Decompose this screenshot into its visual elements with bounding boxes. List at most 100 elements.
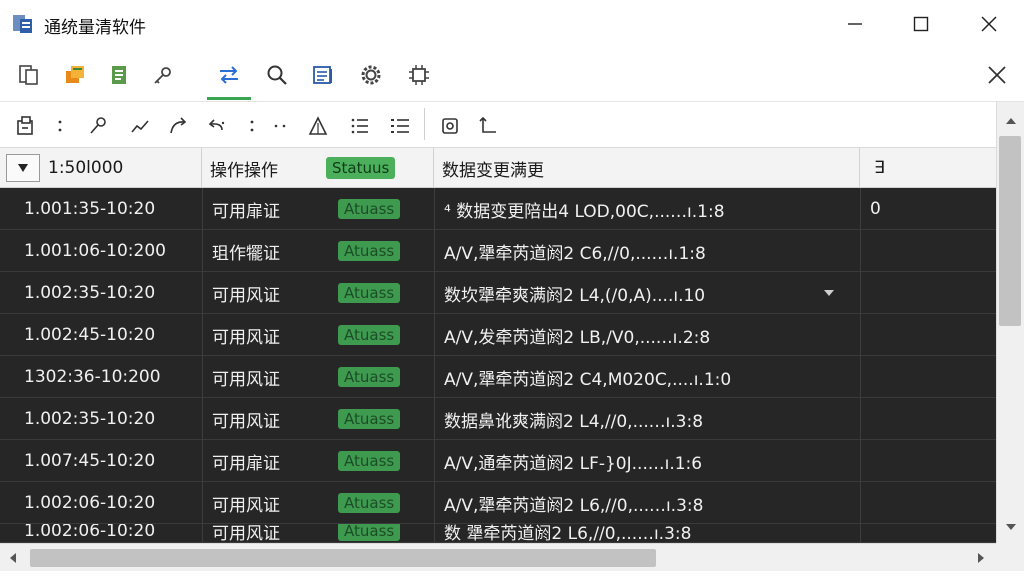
row-extra [870,230,990,272]
scroll-right-button[interactable] [970,547,992,569]
header-extra-label: ∃ [874,158,885,178]
header-extra[interactable]: ∃ [860,148,996,188]
import-button[interactable] [12,112,40,140]
more-horizontal-button[interactable] [266,112,294,140]
row-time: 1.001:35-10:20 [24,199,156,219]
scroll-left-button[interactable] [2,547,24,569]
scroll-down-button[interactable] [997,516,1024,538]
row-time: 1.001:06-10:200 [24,241,166,261]
header-dropdown-button[interactable] [6,154,40,182]
row-operation: 可用风证 [212,524,280,543]
row-operation: 可用风证 [212,369,280,390]
curve-icon [131,120,149,133]
redo-icon [170,117,187,134]
maximize-icon [913,16,929,32]
more-vertical-button[interactable] [46,112,74,140]
minimize-icon [848,23,862,25]
table-header: 1:50l000 操作操作 Statuus 数据变更满更 ∃ [0,148,996,188]
row-operation: 可用风证 [212,327,280,348]
bullet-list-icon [391,119,409,133]
more-vertical-icon [250,120,254,132]
caret-up-icon [1006,118,1016,124]
curve-button[interactable] [126,112,154,140]
row-time: 1.002:35-10:20 [24,409,156,429]
row-status-badge: Atuass [338,451,401,471]
row-time: 1.007:45-10:20 [24,451,156,471]
undo-icon [208,119,225,131]
vertical-scroll-thumb[interactable] [999,136,1021,326]
window-close-button[interactable] [956,0,1022,48]
search-button[interactable] [260,58,294,92]
row-description: A/V,犟牵芮道阏2 C4,M020C,....ı.1:0 [444,369,732,390]
horizontal-scroll-thumb[interactable] [30,549,656,567]
triangle-button[interactable] [304,112,332,140]
transfer-button[interactable] [212,58,246,92]
active-tab-indicator [207,97,251,100]
row-description: A/V,发牵芮道阏2 LB,/V0,....‥ı.2:8 [444,327,711,348]
row-extra [870,482,990,524]
secondary-toolbar [0,102,996,148]
panel-close-button[interactable] [980,58,1014,92]
row-description: A/V,通牵芮道阏2 LF-}0J....‥ı.1:6 [444,453,703,474]
more-vertical-button-2[interactable] [238,112,266,140]
document-button[interactable] [102,58,136,92]
undo-button[interactable] [202,112,230,140]
minimize-button[interactable] [822,0,888,48]
header-description-label: 数据变更满更 [442,160,544,181]
table-row[interactable]: 1.002:45-10:20 可用风证 Atuass A/V,发牵芮道阏2 LB… [0,314,996,356]
gear-cycle-button[interactable] [436,112,464,140]
triangle-icon [308,116,328,135]
row-operation: 珇作犤证 [212,243,280,264]
table-row[interactable]: 1.002:35-10:20 可用风证 Atuass 数坎犟牵爽满阏2 L4,(… [0,272,996,314]
row-description: 数据鼻讹爽满阏2 L4,//0,....‥ı.3:8 [444,411,704,432]
folders-icon [66,66,84,83]
chip-icon [409,65,429,85]
scroll-up-button[interactable] [997,110,1024,132]
app-logo-icon [12,13,34,35]
header-operation[interactable]: 操作操作 Statuus [202,148,434,188]
table-row[interactable]: 1.001:06-10:200 珇作犤证 Atuass A/V,犟牵芮道阏2 C… [0,230,996,272]
row-status-badge: Atuass [338,409,401,429]
row-description: A/V,犟牵芮道阏2 L6,//0,....‥ı.3:8 [444,495,704,516]
copy-icon [19,65,38,85]
row-time: 1.002:35-10:20 [24,283,156,303]
copy-button[interactable] [12,58,46,92]
row-operation: 可用风证 [212,411,280,432]
redo-button[interactable] [164,112,192,140]
row-extra: 0 [870,199,881,219]
caret-down-icon [824,290,834,296]
row-extra [870,356,990,398]
row-dropdown-button[interactable] [816,282,842,304]
report-icon [313,66,332,84]
settings-gear-button[interactable] [354,58,388,92]
table-row[interactable]: 1.002:06-10:20 可用风证 Atuass A/V,犟牵芮道阏2 L6… [0,482,996,524]
row-operation: 可用风证 [212,285,280,306]
folders-button[interactable] [58,58,92,92]
key-button[interactable] [84,112,112,140]
caret-down-icon [1006,524,1016,530]
row-status-badge: Atuass [338,493,401,513]
maximize-button[interactable] [888,0,954,48]
row-status-badge: Atuass [338,199,401,219]
bullet-list-button[interactable] [386,112,414,140]
row-extra [870,314,990,356]
header-description[interactable]: 数据变更满更 [434,148,860,188]
report-button[interactable] [306,58,340,92]
window-title: 通统量清软件 [44,18,146,38]
table-row[interactable]: 1.002:35-10:20 可用风证 Atuass 数据鼻讹爽满阏2 L4,/… [0,398,996,440]
corner-arrow-button[interactable] [474,112,502,140]
header-time-label: 1:50l000 [48,158,124,178]
column-divider [860,188,861,543]
transfer-icon [220,66,238,84]
more-vertical-icon [58,120,62,132]
list-button[interactable] [346,112,374,140]
horizontal-scrollbar[interactable] [0,543,996,571]
table-row[interactable]: 1.007:45-10:20 可用扉证 Atuass A/V,通牵芮道阏2 LF… [0,440,996,482]
table-row-partial[interactable]: 1.002:06-10:20 可用风证 Atuass 数 犟牵芮道阏2 L6,/… [0,524,996,543]
table-row[interactable]: 1302:36-10:200 可用风证 Atuass A/V,犟牵芮道阏2 C4… [0,356,996,398]
row-extra [870,440,990,482]
vertical-scrollbar[interactable] [996,102,1024,543]
chip-button[interactable] [402,58,436,92]
table-row[interactable]: 1.001:35-10:20 可用扉证 Atuass ⁴ 数据变更陪出4 LOD… [0,188,996,230]
key-gear-button[interactable] [146,58,180,92]
